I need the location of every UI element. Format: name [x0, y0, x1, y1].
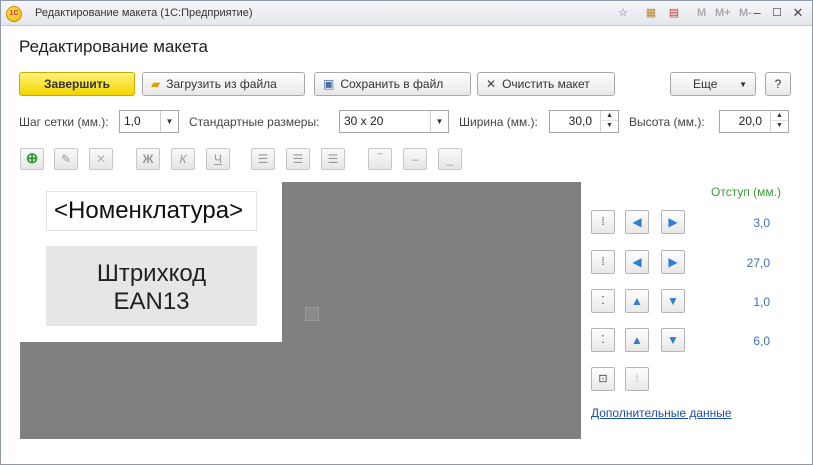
fill-position-icon[interactable]: ⁞ [625, 367, 649, 391]
indent-top-value: 1,0 [753, 295, 770, 309]
align-left-icon[interactable]: ☰ [251, 148, 275, 170]
minimize-button[interactable]: – [749, 5, 765, 21]
load-from-file-label: Загрузить из файла [166, 77, 277, 91]
chevron-down-icon[interactable]: ▼ [160, 111, 178, 132]
right-arrow-icon[interactable]: ▶ [661, 250, 685, 274]
label-sheet[interactable]: <Номенклатура> Штрихкод EAN13 [20, 182, 282, 342]
calculator-icon[interactable]: ▦ [644, 6, 658, 20]
standard-sizes-value: 30 x 20 [344, 114, 384, 128]
barcode-line-1: Штрихкод [96, 260, 207, 287]
grid-step-label: Шаг сетки (мм.): [19, 115, 109, 129]
valign-middle-icon[interactable]: – [403, 148, 427, 170]
calendar-icon[interactable]: ▤ [667, 6, 681, 20]
grid-step-select[interactable]: 1,0 ▼ [119, 110, 179, 133]
layout-canvas[interactable]: <Номенклатура> Штрихкод EAN13 [20, 182, 581, 439]
bold-button[interactable]: Ж [136, 148, 160, 170]
barcode-element[interactable]: Штрихкод EAN13 [46, 246, 257, 326]
save-to-file-button[interactable]: ▣ Сохранить в файл [314, 72, 471, 96]
folder-open-icon: ▰ [151, 77, 161, 91]
more-menu-label: Еще [693, 77, 718, 91]
center-position-icon[interactable]: ⊡ [591, 367, 615, 391]
pencil-icon[interactable]: ✎ [54, 148, 78, 170]
barcode-line-2: EAN13 [113, 288, 190, 315]
delete-icon[interactable]: ✕ [89, 148, 113, 170]
standard-sizes-label: Стандартные размеры: [189, 115, 320, 129]
floppy-disk-icon: ▣ [323, 77, 335, 91]
left-indent-icon: ⁞ [591, 210, 615, 234]
indent-left-value: 3,0 [753, 216, 770, 230]
valign-bottom-icon[interactable]: _ [438, 148, 462, 170]
up-arrow-icon[interactable]: ▲ [625, 289, 649, 313]
right-arrow-icon[interactable]: ▶ [661, 210, 685, 234]
down-arrow-icon[interactable]: ▼ [661, 328, 685, 352]
up-arrow-icon[interactable]: ▲ [625, 328, 649, 352]
left-arrow-icon[interactable]: ◀ [625, 210, 649, 234]
app-logo-icon: 1С [6, 6, 22, 22]
width-input[interactable]: 30,0 ▲ ▼ [549, 110, 619, 133]
height-value: 20,0 [738, 114, 762, 128]
indent-right-value: 27,0 [746, 256, 770, 270]
width-label: Ширина (мм.): [459, 115, 538, 129]
valign-top-icon[interactable]: ‾ [368, 148, 392, 170]
chevron-down-icon[interactable]: ▼ [430, 111, 448, 132]
grid-step-value: 1,0 [124, 114, 141, 128]
down-arrow-icon[interactable]: ▼ [661, 289, 685, 313]
finish-button[interactable]: Завершить [19, 72, 135, 96]
resize-handle[interactable] [305, 307, 319, 321]
align-right-icon[interactable]: ☰ [321, 148, 345, 170]
save-to-file-label: Сохранить в файл [340, 77, 444, 91]
height-input[interactable]: 20,0 ▲ ▼ [719, 110, 789, 133]
clear-x-icon: ✕ [486, 77, 497, 91]
maximize-button[interactable]: ☐ [769, 5, 785, 21]
memory-plus-button[interactable]: M+ [715, 7, 731, 19]
italic-button[interactable]: К [171, 148, 195, 170]
help-button[interactable]: ? [765, 72, 791, 96]
width-value: 30,0 [568, 114, 592, 128]
add-icon[interactable]: ⊕ [20, 148, 44, 170]
top-indent-icon: ⁚ [591, 289, 615, 313]
nomenclature-text-element[interactable]: <Номенклатура> [46, 191, 257, 231]
close-button[interactable]: ✕ [790, 5, 806, 21]
app-window: 1С Редактирование макета (1С:Предприятие… [0, 0, 813, 465]
page-title: Редактирование макета [19, 37, 208, 56]
clear-layout-label: Очистить макет [502, 77, 590, 91]
height-label: Высота (мм.): [629, 115, 705, 129]
chevron-down-icon: ▼ [739, 79, 747, 89]
height-stepper[interactable]: ▲ ▼ [770, 111, 788, 132]
load-from-file-button[interactable]: ▰ Загрузить из файла [142, 72, 305, 96]
standard-sizes-select[interactable]: 30 x 20 ▼ [339, 110, 449, 133]
title-bar: 1С Редактирование макета (1С:Предприятие… [1, 1, 812, 26]
memory-m-button[interactable]: M [697, 7, 706, 19]
right-indent-icon: ⁞ [591, 250, 615, 274]
bottom-indent-icon: ⁚ [591, 328, 615, 352]
additional-data-link[interactable]: Дополнительные данные [591, 406, 732, 420]
indent-title: Отступ (мм.) [711, 185, 781, 199]
favorites-star-icon[interactable]: ☆ [616, 6, 630, 20]
underline-button[interactable]: Ч [206, 148, 230, 170]
clear-layout-button[interactable]: ✕ Очистить макет [477, 72, 615, 96]
width-stepper[interactable]: ▲ ▼ [600, 111, 618, 132]
more-menu-button[interactable]: Еще ▼ [670, 72, 756, 96]
window-title: Редактирование макета (1С:Предприятие) [35, 7, 253, 19]
left-arrow-icon[interactable]: ◀ [625, 250, 649, 274]
indent-bottom-value: 6,0 [753, 334, 770, 348]
align-center-icon[interactable]: ☰ [286, 148, 310, 170]
